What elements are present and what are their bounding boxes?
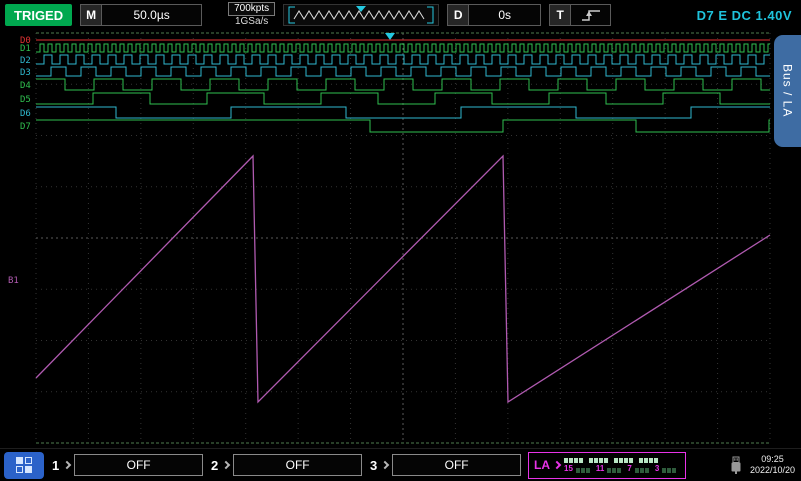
bus-label[interactable]: B1	[8, 276, 19, 286]
la-number-group: 11	[596, 465, 621, 473]
trace-D7	[36, 120, 770, 132]
delay-control[interactable]: D 0s	[447, 4, 541, 26]
waveform-preview[interactable]	[283, 4, 439, 26]
timebase-control[interactable]: M 50.0µs	[80, 4, 202, 26]
chevron-right-icon	[553, 461, 561, 469]
time-readout: 09:25	[750, 454, 795, 465]
la-number-group: 3	[655, 465, 676, 473]
scope-display[interactable]: D0D1D2D3D4D5D6D7B1 Bus / LA	[0, 30, 801, 448]
la-label: LA	[534, 458, 550, 472]
timebase-label: M	[80, 4, 102, 26]
sample-rate: 1GSa/s	[235, 16, 268, 28]
date-readout: 2022/10/20	[750, 465, 795, 476]
trigger-status-badge: TRIGED	[5, 4, 72, 26]
menu-grid-icon	[16, 457, 32, 473]
channel-1-menu[interactable]: 1 OFF	[51, 454, 203, 476]
chevron-right-icon	[63, 461, 71, 469]
trigger-position-marker[interactable]	[385, 33, 395, 40]
channel-1-state: OFF	[74, 454, 203, 476]
channel-label-D6[interactable]: D6	[20, 109, 31, 119]
la-bar-group	[614, 458, 633, 463]
delay-label: D	[447, 4, 469, 26]
chevron-right-icon	[222, 461, 230, 469]
channel-label-D2[interactable]: D2	[20, 56, 31, 66]
channel-2-number: 2	[210, 458, 219, 473]
preview-bracket-right	[427, 7, 433, 23]
preview-waveform-icon	[286, 5, 436, 25]
channel-1-number: 1	[51, 458, 60, 473]
channel-label-D3[interactable]: D3	[20, 68, 31, 78]
delay-value: 0s	[469, 4, 541, 26]
timebase-value: 50.0µs	[102, 4, 202, 26]
memory-depth: 700kpts	[228, 2, 275, 16]
acquisition-info: 700kpts 1GSa/s	[228, 2, 275, 28]
preview-zigzag	[294, 11, 424, 19]
trigger-mode-box	[571, 4, 611, 26]
rising-edge-icon	[579, 6, 603, 24]
la-status[interactable]: LA 15 11 73	[528, 452, 686, 479]
channel-label-D1[interactable]: D1	[20, 44, 31, 54]
la-bar-group	[589, 458, 608, 463]
trigger-label: T	[549, 4, 571, 26]
la-bar-group	[564, 458, 583, 463]
clock: 09:25 2022/10/20	[750, 454, 797, 477]
channel-2-menu[interactable]: 2 OFF	[210, 454, 362, 476]
channel-3-menu[interactable]: 3 OFF	[369, 454, 521, 476]
la-bar-group	[639, 458, 658, 463]
la-number-group: 7	[627, 465, 648, 473]
channel-label-D5[interactable]: D5	[20, 95, 31, 105]
channel-3-number: 3	[369, 458, 378, 473]
scope-graticule: D0D1D2D3D4D5D6D7B1	[0, 30, 801, 448]
channel-label-D7[interactable]: D7	[20, 122, 31, 132]
header-bar: TRIGED M 50.0µs 700kpts 1GSa/s D 0s T D7…	[0, 0, 801, 30]
bus-la-tab[interactable]: Bus / LA	[774, 35, 801, 147]
preview-bracket-left	[289, 7, 295, 23]
la-number-group: 15	[564, 465, 590, 473]
trigger-control[interactable]: T	[549, 4, 611, 26]
usb-icon	[729, 456, 743, 475]
channel-3-state: OFF	[392, 454, 521, 476]
footer-bar: 1 OFF 2 OFF 3 OFF LA 151173 09:25 2022/1…	[0, 448, 801, 481]
channel-2-state: OFF	[233, 454, 362, 476]
chevron-right-icon	[381, 461, 389, 469]
preview-trigger-marker	[356, 6, 366, 12]
trigger-source-readout: D7 E DC 1.40V	[697, 8, 796, 23]
channel-label-D4[interactable]: D4	[20, 81, 31, 91]
menu-button[interactable]	[4, 452, 44, 479]
la-channel-indicator: 15 11 73	[564, 458, 680, 473]
